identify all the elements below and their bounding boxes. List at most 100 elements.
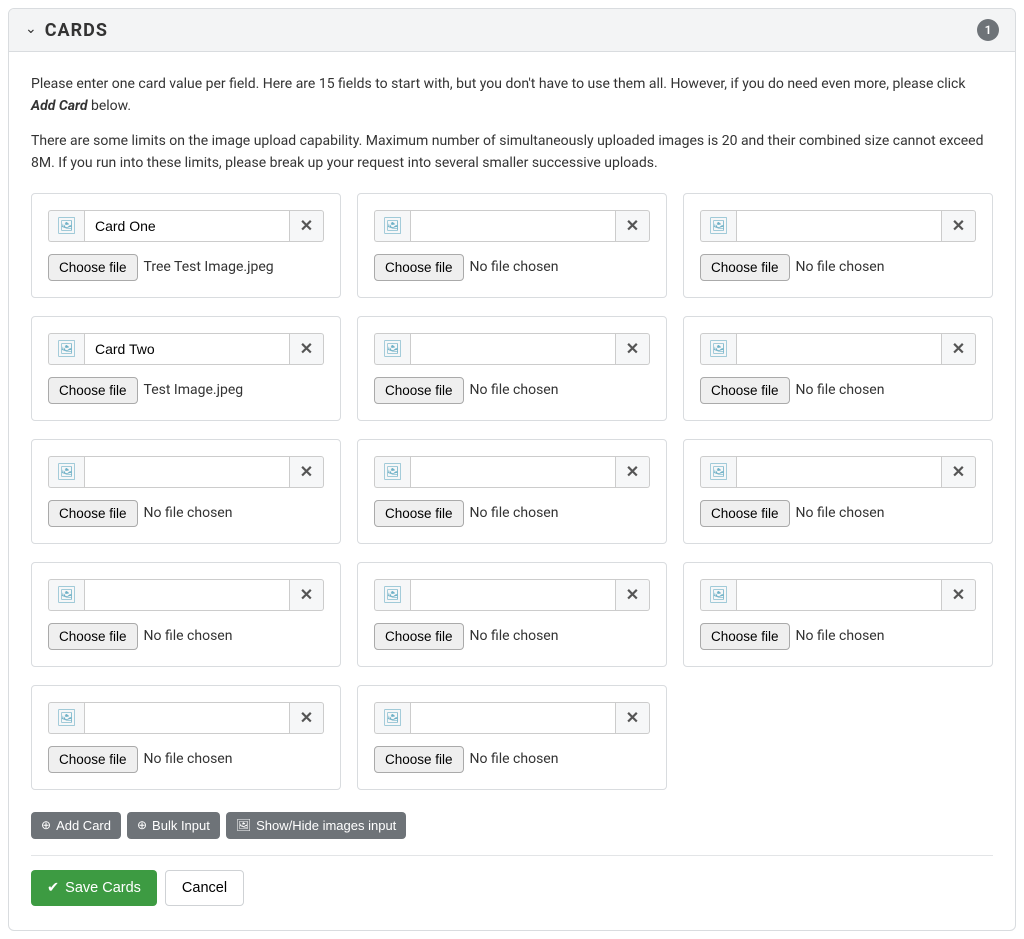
choose-file-button[interactable]: Choose file	[48, 377, 138, 404]
card-value-input[interactable]	[410, 333, 616, 365]
remove-card-button[interactable]: ✕	[942, 210, 976, 242]
close-icon: ✕	[300, 216, 313, 236]
choose-file-button[interactable]: Choose file	[374, 254, 464, 281]
remove-card-button[interactable]: ✕	[616, 456, 650, 488]
card-input-row: 🖼✕	[700, 210, 976, 242]
choose-file-button[interactable]: Choose file	[48, 500, 138, 527]
image-icon: 🖼	[382, 710, 402, 726]
close-icon: ✕	[952, 339, 965, 359]
file-name-label: No file chosen	[144, 751, 233, 767]
card-value-input[interactable]	[84, 456, 290, 488]
remove-card-button[interactable]: ✕	[616, 702, 650, 734]
card-value-input[interactable]	[410, 579, 616, 611]
file-name-label: No file chosen	[470, 259, 559, 275]
image-icon-button[interactable]: 🖼	[48, 456, 84, 488]
image-icon-button[interactable]: 🖼	[374, 333, 410, 365]
remove-card-button[interactable]: ✕	[290, 579, 324, 611]
choose-file-button[interactable]: Choose file	[374, 623, 464, 650]
image-icon-button[interactable]: 🖼	[700, 456, 736, 488]
image-icon-button[interactable]: 🖼	[700, 333, 736, 365]
file-name-label: No file chosen	[796, 259, 885, 275]
chevron-down-icon: ⌄	[25, 22, 37, 36]
card-value-input[interactable]	[84, 702, 290, 734]
panel-body: Please enter one card value per field. H…	[9, 52, 1015, 930]
plus-circle-icon: ⊕	[41, 818, 51, 832]
choose-file-button[interactable]: Choose file	[374, 746, 464, 773]
image-icon-button[interactable]: 🖼	[374, 702, 410, 734]
card-value-input[interactable]	[84, 579, 290, 611]
remove-card-button[interactable]: ✕	[290, 702, 324, 734]
card-item: 🖼 ✕ Choose file Test Image.jpeg	[31, 316, 341, 421]
image-icon-button[interactable]: 🖼	[374, 579, 410, 611]
file-row: Choose file No file chosen	[374, 500, 650, 527]
file-name-label: No file chosen	[470, 382, 559, 398]
remove-card-button[interactable]: ✕	[290, 210, 324, 242]
card-item: 🖼✕Choose fileNo file chosen	[357, 193, 667, 298]
close-icon: ✕	[626, 462, 639, 482]
image-icon-button[interactable]: 🖼	[48, 579, 84, 611]
choose-file-button[interactable]: Choose file	[700, 254, 790, 281]
image-icon-button[interactable]: 🖼	[700, 210, 736, 242]
file-row: Choose file No file chosen	[374, 377, 650, 404]
card-value-input[interactable]	[736, 333, 942, 365]
image-icon-button[interactable]: 🖼	[48, 702, 84, 734]
remove-card-button[interactable]: ✕	[616, 210, 650, 242]
image-icon-button[interactable]: 🖼	[700, 579, 736, 611]
choose-file-button[interactable]: Choose file	[700, 377, 790, 404]
card-value-input[interactable]	[736, 579, 942, 611]
count-badge: 1	[977, 19, 999, 41]
image-icon-button[interactable]: 🖼	[374, 210, 410, 242]
close-icon: ✕	[952, 462, 965, 482]
choose-file-button[interactable]: Choose file	[48, 746, 138, 773]
card-input-row: 🖼✕	[48, 210, 324, 242]
choose-file-button[interactable]: Choose file	[374, 500, 464, 527]
file-row: Choose file No file chosen	[374, 254, 650, 281]
remove-card-button[interactable]: ✕	[290, 333, 324, 365]
remove-card-button[interactable]: ✕	[942, 579, 976, 611]
remove-card-button[interactable]: ✕	[290, 456, 324, 488]
choose-file-button[interactable]: Choose file	[700, 623, 790, 650]
remove-card-button[interactable]: ✕	[942, 456, 976, 488]
file-name-label: No file chosen	[470, 505, 559, 521]
card-value-input[interactable]	[410, 210, 616, 242]
card-item: 🖼✕Choose fileNo file chosen	[683, 562, 993, 667]
card-value-input[interactable]	[84, 333, 290, 365]
choose-file-button[interactable]: Choose file	[48, 254, 138, 281]
image-icon: 🖼	[708, 218, 728, 234]
image-icon: 🖼	[56, 341, 76, 357]
cancel-button[interactable]: Cancel	[165, 870, 244, 906]
show-hide-label: Show/Hide images input	[256, 818, 396, 833]
add-card-button[interactable]: ⊕ Add Card	[31, 812, 121, 839]
remove-card-button[interactable]: ✕	[616, 333, 650, 365]
panel-header[interactable]: ⌄ CARDS 1	[9, 9, 1015, 52]
card-input-row: 🖼✕	[374, 210, 650, 242]
save-cards-button[interactable]: ✔ Save Cards	[31, 870, 157, 906]
file-row: Choose fileTree Test Image.jpeg	[48, 254, 324, 281]
image-icon: 🖼	[236, 818, 251, 832]
image-icon-button[interactable]: 🖼	[48, 333, 84, 365]
bulk-input-button[interactable]: ⊕ Bulk Input	[127, 812, 220, 839]
card-item: 🖼 ✕ Choose file No file chosen	[31, 685, 341, 790]
file-row: Choose fileNo file chosen	[374, 746, 650, 773]
show-hide-images-button[interactable]: 🖼 Show/Hide images input	[226, 812, 406, 839]
card-value-input[interactable]	[410, 702, 616, 734]
file-name-label: Test Image.jpeg	[144, 382, 244, 398]
card-value-input[interactable]	[84, 210, 290, 242]
file-name-label: No file chosen	[144, 628, 233, 644]
card-value-input[interactable]	[736, 210, 942, 242]
image-icon-button[interactable]: 🖼	[48, 210, 84, 242]
file-name-label: No file chosen	[796, 382, 885, 398]
remove-card-button[interactable]: ✕	[616, 579, 650, 611]
card-input-row: 🖼✕	[700, 456, 976, 488]
close-icon: ✕	[626, 585, 639, 605]
intro1-pre: Please enter one card value per field. H…	[31, 76, 965, 92]
image-icon-button[interactable]: 🖼	[374, 456, 410, 488]
remove-card-button[interactable]: ✕	[942, 333, 976, 365]
card-value-input[interactable]	[736, 456, 942, 488]
choose-file-button[interactable]: Choose file	[700, 500, 790, 527]
choose-file-button[interactable]: Choose file	[48, 623, 138, 650]
choose-file-button[interactable]: Choose file	[374, 377, 464, 404]
file-row: Choose fileNo file chosen	[48, 500, 324, 527]
add-card-label: Add Card	[56, 818, 111, 833]
card-value-input[interactable]	[410, 456, 616, 488]
